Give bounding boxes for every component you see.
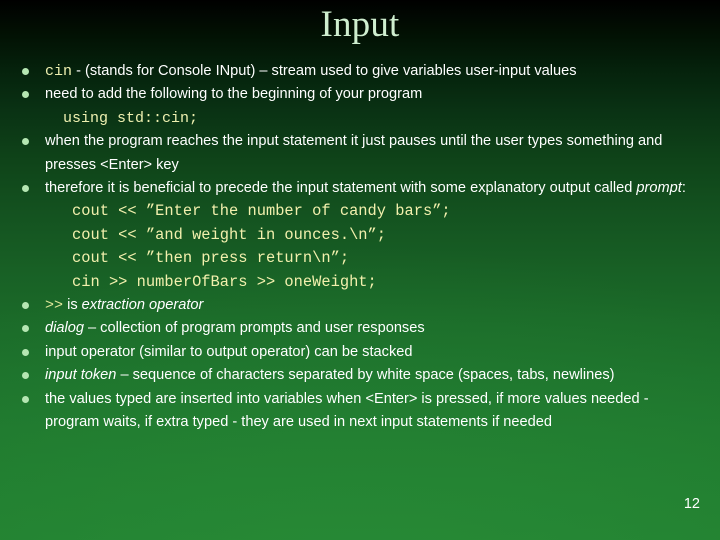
bullet-stacking: input operator (similar to output operat…	[16, 341, 706, 364]
bullet-prompt-explanation: therefore it is beneficial to precede th…	[16, 177, 706, 200]
bullet-dot-icon	[22, 91, 29, 99]
code-line-2: cout << ”and weight in ounces.\n”;	[72, 225, 387, 244]
emphasis-input-token: input token	[45, 367, 117, 384]
bullet-dot-icon	[22, 302, 29, 310]
inline-code-using-std-cin: using std::cin;	[63, 109, 199, 127]
bullet-text: – sequence of characters separated by wh…	[116, 367, 615, 384]
emphasis-prompt: prompt	[636, 180, 682, 197]
title-area: Input	[0, 2, 720, 48]
bullet-dot-icon	[22, 348, 29, 356]
bullet-text: – collection of program prompts and user…	[83, 320, 425, 337]
code-line-1: cout << ”Enter the number of candy bars”…	[72, 202, 451, 221]
bullet-text: input operator (similar to output operat…	[45, 343, 413, 360]
bullet-dot-icon	[22, 372, 29, 380]
bullet-dialog-definition: dialog – collection of program prompts a…	[16, 317, 706, 340]
bullet-text-tail: :	[681, 180, 686, 197]
bullet-program-pauses: when the program reaches the input state…	[16, 130, 706, 177]
bullet-dot-icon	[22, 325, 29, 333]
emphasis-extraction-operator: extraction operator	[81, 297, 204, 314]
code-line-4: cin >> numberOfBars >> oneWeight;	[72, 272, 377, 291]
inline-code-extraction: >>	[45, 297, 64, 315]
bullet-dot-icon	[22, 185, 29, 193]
bullet-text: is	[63, 297, 82, 314]
slide: Input cin - (stands for Console INput) –…	[0, 0, 720, 540]
bullet-dot-icon	[22, 68, 29, 75]
bullet-using-declaration: need to add the following to the beginni…	[16, 83, 706, 106]
page-number: 12	[683, 496, 700, 512]
slide-body: cin - (stands for Console INput) – strea…	[16, 60, 706, 435]
bullet-values-inserted: the values typed are inserted into varia…	[16, 388, 706, 435]
sub-line-using: using std::cin;	[16, 107, 706, 130]
code-line-3: cout << ”then press return\n”;	[72, 249, 350, 268]
inline-code-cin: cin	[45, 63, 73, 80]
emphasis-dialog: dialog	[45, 320, 84, 337]
bullet-text: need to add the following to the beginni…	[45, 86, 423, 103]
bullet-cin-definition: cin - (stands for Console INput) – strea…	[16, 60, 706, 83]
bullet-text: when the program reaches the input state…	[45, 133, 663, 173]
bullet-input-token: input token – sequence of characters sep…	[16, 364, 706, 387]
bullet-dot-icon	[22, 395, 29, 403]
bullet-text: - (stands for Console INput) – stream us…	[72, 63, 577, 79]
bullet-extraction-operator: >> is extraction operator	[16, 294, 706, 317]
bullet-dot-icon	[22, 138, 29, 146]
bullet-text: the values typed are inserted into varia…	[45, 390, 649, 431]
bullet-text: therefore it is beneficial to precede th…	[45, 180, 637, 197]
page-title: Input	[320, 4, 400, 45]
